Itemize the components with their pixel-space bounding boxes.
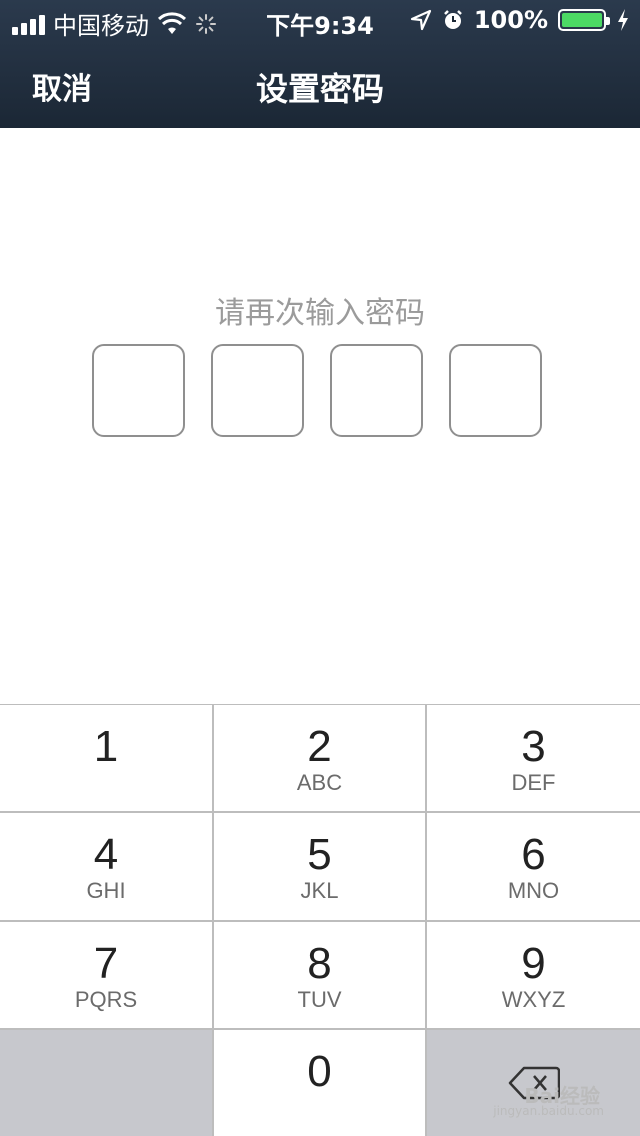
status-bar: 中国移动 下午9:34 100% bbox=[0, 0, 640, 40]
key-letters: GHI bbox=[86, 878, 126, 903]
key-8[interactable]: 8 TUV bbox=[214, 922, 425, 1028]
key-number: 4 bbox=[93, 830, 119, 879]
pin-box bbox=[92, 344, 185, 437]
key-6[interactable]: 6 MNO bbox=[427, 813, 640, 920]
charging-bolt-icon bbox=[618, 9, 628, 31]
key-letters: MNO bbox=[507, 878, 560, 903]
key-4[interactable]: 4 GHI bbox=[0, 813, 212, 920]
key-2[interactable]: 2 ABC bbox=[214, 705, 425, 811]
key-9[interactable]: 9 WXYZ bbox=[427, 922, 640, 1028]
key-number: 7 bbox=[93, 939, 119, 988]
key-number: 6 bbox=[521, 830, 546, 879]
key-letters: TUV bbox=[297, 987, 342, 1012]
key-number: 0 bbox=[307, 1047, 332, 1096]
top-bar: 中国移动 下午9:34 100% 取消 设置密码 bbox=[0, 0, 640, 128]
battery-percent: 100% bbox=[473, 6, 548, 34]
key-letters: ABC bbox=[296, 770, 343, 795]
key-letters: JKL bbox=[300, 878, 339, 903]
key-1[interactable]: 1 bbox=[0, 705, 212, 811]
key-letters: WXYZ bbox=[501, 987, 566, 1012]
key-letters: DEF bbox=[511, 770, 556, 795]
key-0[interactable]: 0 bbox=[214, 1030, 425, 1136]
battery-icon bbox=[558, 9, 610, 31]
pin-box bbox=[449, 344, 542, 437]
numeric-keypad: 1 2 ABC 3 DEF 4 GHI 5 JKL 6 MNO 7 PQRS 8… bbox=[0, 704, 640, 1136]
key-number: 3 bbox=[521, 722, 546, 771]
battery-level bbox=[562, 13, 602, 27]
key-number: 5 bbox=[307, 830, 332, 879]
alarm-icon bbox=[443, 10, 462, 29]
pin-box bbox=[211, 344, 304, 437]
key-blank bbox=[0, 1030, 212, 1136]
key-number: 8 bbox=[307, 939, 332, 988]
key-number: 2 bbox=[307, 722, 332, 771]
key-3[interactable]: 3 DEF bbox=[427, 705, 640, 811]
pin-box bbox=[330, 344, 423, 437]
key-letters: PQRS bbox=[74, 987, 138, 1012]
page-title: 设置密码 bbox=[255, 70, 384, 108]
key-5[interactable]: 5 JKL bbox=[214, 813, 425, 920]
key-7[interactable]: 7 PQRS bbox=[0, 922, 212, 1028]
location-arrow-icon bbox=[410, 9, 431, 31]
key-number: 9 bbox=[521, 939, 546, 988]
pin-entry[interactable] bbox=[92, 344, 548, 439]
key-number: 1 bbox=[93, 722, 119, 771]
watermark-url: jingyan.baidu.com bbox=[493, 1104, 604, 1118]
pin-prompt: 请再次输入密码 bbox=[215, 296, 425, 331]
